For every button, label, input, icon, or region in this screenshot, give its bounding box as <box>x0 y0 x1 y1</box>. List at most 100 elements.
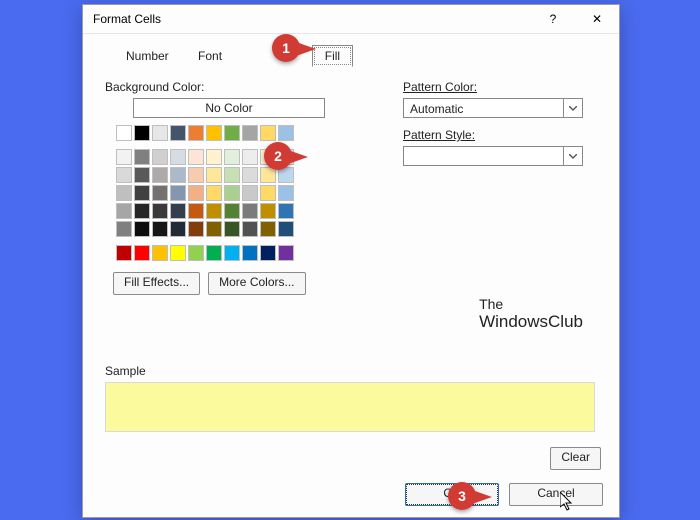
color-swatch[interactable] <box>260 221 276 237</box>
no-color-button[interactable]: No Color <box>133 98 325 118</box>
color-swatch[interactable] <box>206 125 222 141</box>
fill-effects-button[interactable]: Fill Effects... <box>113 272 200 295</box>
color-swatch[interactable] <box>152 221 168 237</box>
annotation-callout-3: 3 <box>448 482 476 510</box>
color-swatch[interactable] <box>116 167 132 183</box>
color-swatch[interactable] <box>224 221 240 237</box>
color-swatch[interactable] <box>242 167 258 183</box>
watermark-logo: The WindowsClub <box>479 296 583 332</box>
color-swatch[interactable] <box>170 149 186 165</box>
tab-fill[interactable]: Fill <box>312 45 353 67</box>
color-swatch[interactable] <box>152 185 168 201</box>
color-swatch[interactable] <box>278 185 294 201</box>
tab-number[interactable]: Number <box>113 45 182 66</box>
pattern-style-dropdown[interactable] <box>403 146 583 166</box>
color-swatch[interactable] <box>260 245 276 261</box>
color-swatch[interactable] <box>134 203 150 219</box>
callout-label: 3 <box>458 488 466 504</box>
close-button[interactable]: ✕ <box>575 5 619 33</box>
color-swatch[interactable] <box>206 221 222 237</box>
label-background-color: Background Color: <box>105 80 395 94</box>
logo-line2: WindowsClub <box>479 312 583 332</box>
label-sample: Sample <box>105 364 595 378</box>
pattern-color-value: Automatic <box>410 102 463 116</box>
color-swatch[interactable] <box>134 221 150 237</box>
color-swatch[interactable] <box>224 125 240 141</box>
color-swatch[interactable] <box>242 125 258 141</box>
color-swatch[interactable] <box>188 221 204 237</box>
cancel-button[interactable]: Cancel <box>509 483 603 506</box>
color-swatch[interactable] <box>152 167 168 183</box>
close-icon: ✕ <box>592 12 602 26</box>
color-swatch[interactable] <box>224 185 240 201</box>
color-swatch[interactable] <box>242 203 258 219</box>
dialog-body: Number Font Fill Background Color: No Co… <box>83 34 619 518</box>
color-swatch[interactable] <box>206 149 222 165</box>
color-swatch[interactable] <box>188 203 204 219</box>
color-swatch[interactable] <box>134 185 150 201</box>
color-swatch[interactable] <box>116 149 132 165</box>
color-swatch[interactable] <box>170 167 186 183</box>
color-swatch[interactable] <box>278 245 294 261</box>
color-swatch[interactable] <box>116 185 132 201</box>
label-pattern-style: Pattern Style: <box>403 128 603 142</box>
color-swatch[interactable] <box>242 245 258 261</box>
left-column: Background Color: No Color Fill Effects.… <box>105 80 395 295</box>
color-swatch[interactable] <box>116 125 132 141</box>
color-swatch[interactable] <box>224 203 240 219</box>
color-swatch[interactable] <box>188 149 204 165</box>
help-button[interactable]: ? <box>531 5 575 33</box>
annotation-callout-1: 1 <box>272 34 300 62</box>
dialog-button-row: OK Cancel <box>405 483 603 506</box>
color-swatch[interactable] <box>152 203 168 219</box>
color-swatch[interactable] <box>224 167 240 183</box>
color-swatch[interactable] <box>134 149 150 165</box>
callout-tail-icon <box>288 150 308 164</box>
window-title: Format Cells <box>83 12 161 26</box>
color-swatch[interactable] <box>116 203 132 219</box>
color-swatch[interactable] <box>278 125 294 141</box>
color-swatch[interactable] <box>188 167 204 183</box>
color-swatch[interactable] <box>152 125 168 141</box>
color-swatch[interactable] <box>278 221 294 237</box>
color-swatch[interactable] <box>206 167 222 183</box>
color-swatch[interactable] <box>260 125 276 141</box>
color-swatch[interactable] <box>134 167 150 183</box>
more-colors-button[interactable]: More Colors... <box>208 272 305 295</box>
tab-strip: Number Font Fill <box>113 44 607 66</box>
pattern-color-dropdown[interactable]: Automatic <box>403 98 583 118</box>
color-swatch[interactable] <box>188 245 204 261</box>
callout-label: 1 <box>282 40 290 56</box>
color-swatch[interactable] <box>170 185 186 201</box>
color-swatch[interactable] <box>116 221 132 237</box>
tab-font[interactable]: Font <box>185 45 235 66</box>
color-swatch[interactable] <box>134 245 150 261</box>
color-swatch[interactable] <box>278 203 294 219</box>
color-swatch[interactable] <box>242 185 258 201</box>
color-swatch[interactable] <box>170 125 186 141</box>
label-pattern-color: Pattern Color: <box>403 80 603 94</box>
color-swatch[interactable] <box>170 245 186 261</box>
color-swatch[interactable] <box>206 185 222 201</box>
color-swatch[interactable] <box>224 149 240 165</box>
color-swatch[interactable] <box>152 245 168 261</box>
callout-tail-icon <box>296 42 316 56</box>
color-swatch[interactable] <box>260 203 276 219</box>
color-swatch[interactable] <box>242 221 258 237</box>
color-swatch[interactable] <box>224 245 240 261</box>
color-swatch[interactable] <box>260 185 276 201</box>
help-icon: ? <box>550 12 557 26</box>
color-swatch[interactable] <box>152 149 168 165</box>
clear-button[interactable]: Clear <box>550 447 601 470</box>
color-swatch[interactable] <box>170 203 186 219</box>
color-swatch[interactable] <box>206 203 222 219</box>
chevron-down-icon <box>563 147 582 165</box>
color-swatch[interactable] <box>188 125 204 141</box>
color-swatch[interactable] <box>134 125 150 141</box>
annotation-callout-2: 2 <box>264 142 292 170</box>
color-swatch[interactable] <box>116 245 132 261</box>
color-swatch[interactable] <box>188 185 204 201</box>
color-swatch[interactable] <box>206 245 222 261</box>
color-swatch[interactable] <box>242 149 258 165</box>
color-swatch[interactable] <box>170 221 186 237</box>
